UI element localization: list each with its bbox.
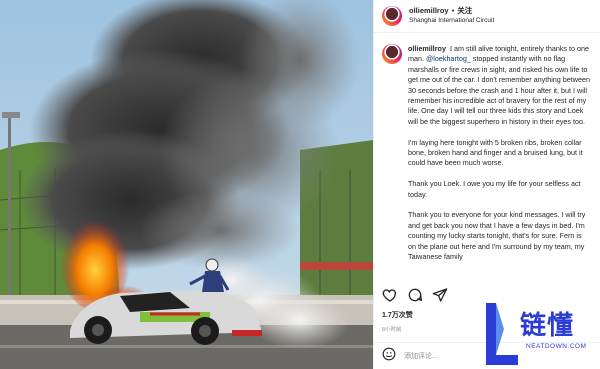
header-separator: • — [451, 6, 455, 15]
post-header: olliemillroy • 关注 Shanghai International C… — [374, 0, 600, 33]
watermark-title: 链懂 — [520, 311, 575, 341]
comment-input[interactable]: 添加评论... — [404, 351, 438, 361]
watermark-subtitle: NEATDOWN.COM — [526, 343, 587, 350]
post-timestamp[interactable]: 8小时前 — [382, 325, 402, 333]
crash-photo-illustration — [0, 0, 373, 369]
follow-button[interactable]: 关注 — [457, 6, 472, 15]
caption-text: olliemillroy I am still alive tonight, e… — [408, 44, 591, 284]
watermark-mark-icon — [486, 303, 518, 365]
caption-text-continue: stopped instantly with no flag marshalls… — [408, 54, 590, 126]
mention-link[interactable]: @loekhartog_ — [426, 54, 471, 63]
caption-paragraph-2: I'm laying here tonight with 5 broken ri… — [408, 137, 583, 168]
share-icon[interactable] — [432, 287, 448, 308]
like-count[interactable]: 1.7万次赞 — [382, 310, 413, 320]
caption-area: olliemillroy I am still alive tonight, e… — [374, 38, 600, 284]
emoji-icon[interactable] — [382, 347, 396, 366]
watermark-logo: 链懂 NEATDOWN.COM — [482, 299, 600, 369]
header-username[interactable]: olliemillroy — [409, 6, 449, 15]
caption-username[interactable]: olliemillroy — [408, 44, 446, 53]
caption-paragraph-3: Thank you Loek. I owe you my life for yo… — [408, 179, 581, 199]
caption-avatar[interactable] — [382, 44, 402, 64]
location-link[interactable]: Shanghai International Circuit — [409, 16, 494, 26]
caption-paragraph-4: Thank you to everyone for your kind mess… — [408, 210, 586, 262]
heart-icon[interactable] — [382, 287, 398, 308]
action-bar — [382, 287, 448, 308]
post-photo[interactable] — [0, 0, 373, 369]
profile-avatar[interactable] — [382, 6, 402, 26]
comment-icon[interactable] — [407, 287, 423, 308]
